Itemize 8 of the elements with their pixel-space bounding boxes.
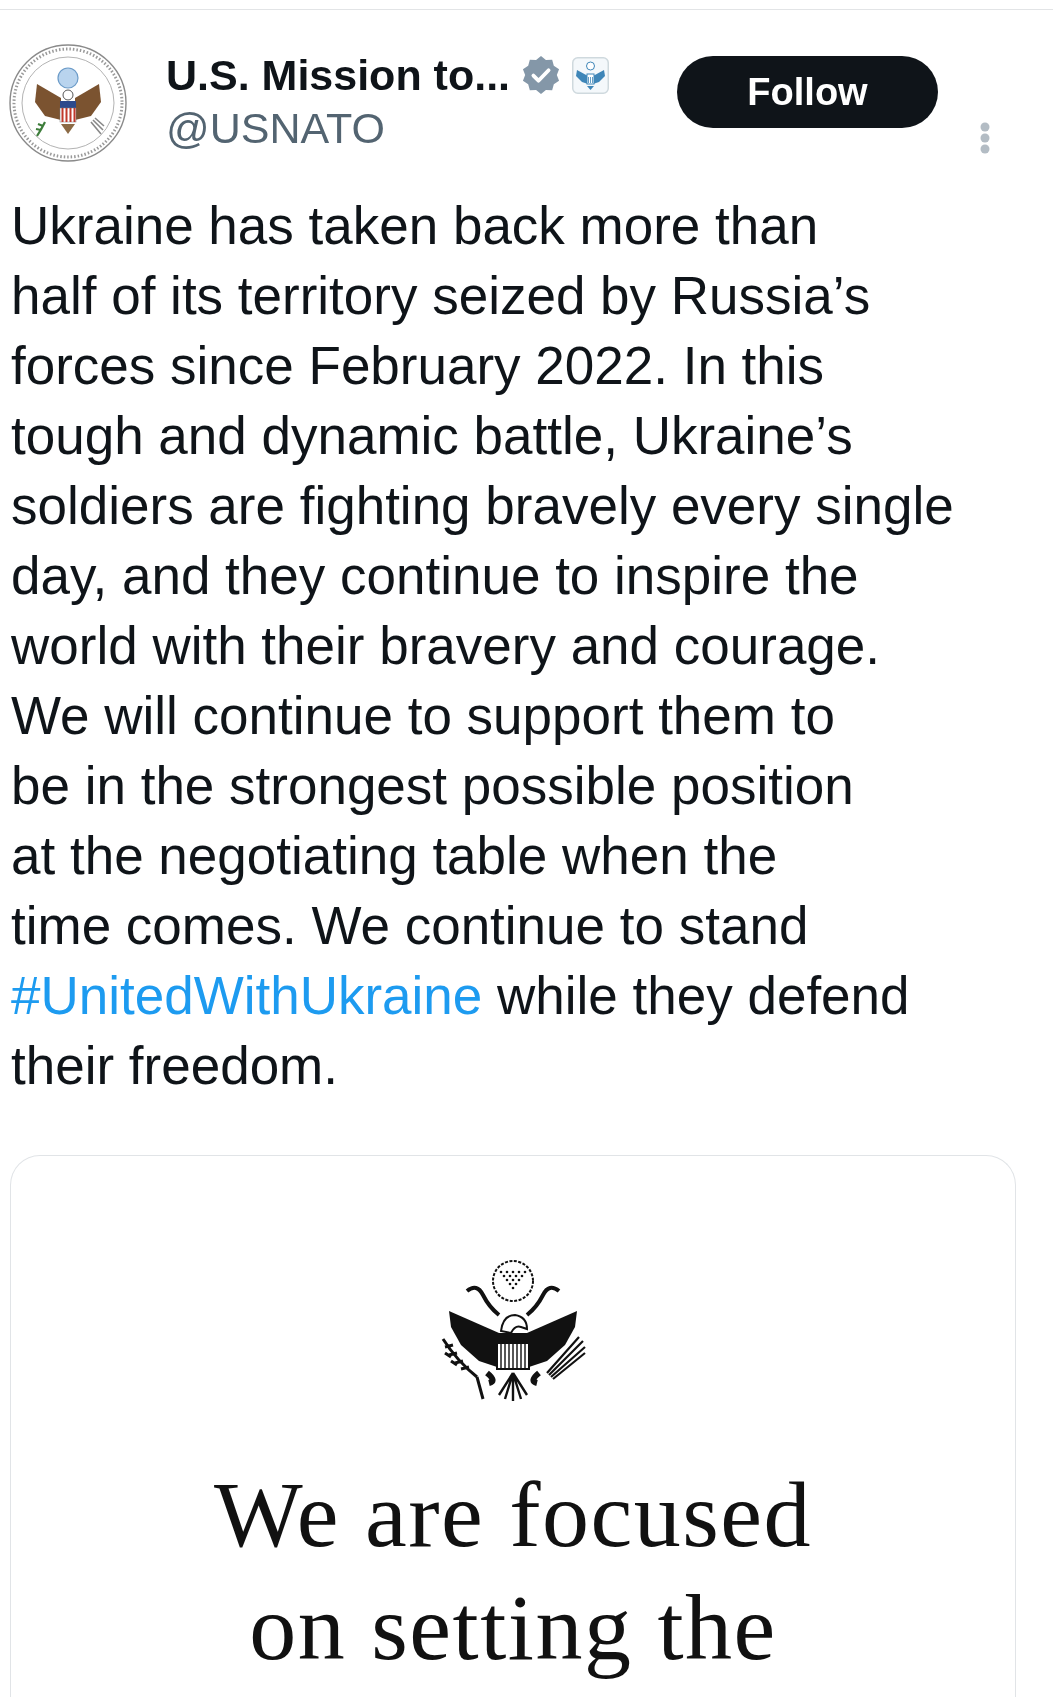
- post-text: Ukraine has taken back more than half of its territory seized by Russia’s forces since February 2022. In this tough and dynamic battle, Ukraine’s soldiers are fighting bravely every single day, and they continue to inspire the world with their bravery and courage. We will continue to support them to be in the strongest possible position at the negotiating table when the time comes. We continue to stand #UnitedWithUkraine while they defend their freedom.: [10, 195, 955, 1097]
- display-name[interactable]: U.S. Mission to...: [166, 50, 511, 100]
- media-image-card[interactable]: We are focused on setting the: [10, 1155, 1016, 1697]
- image-statement-text: We are focused on setting the: [213, 1461, 813, 1681]
- seal-avatar-icon[interactable]: [9, 44, 127, 162]
- eagle-emblem-badge-icon: [572, 56, 610, 94]
- follow-button[interactable]: Follow: [677, 56, 938, 128]
- username-handle[interactable]: @USNATO: [166, 103, 385, 153]
